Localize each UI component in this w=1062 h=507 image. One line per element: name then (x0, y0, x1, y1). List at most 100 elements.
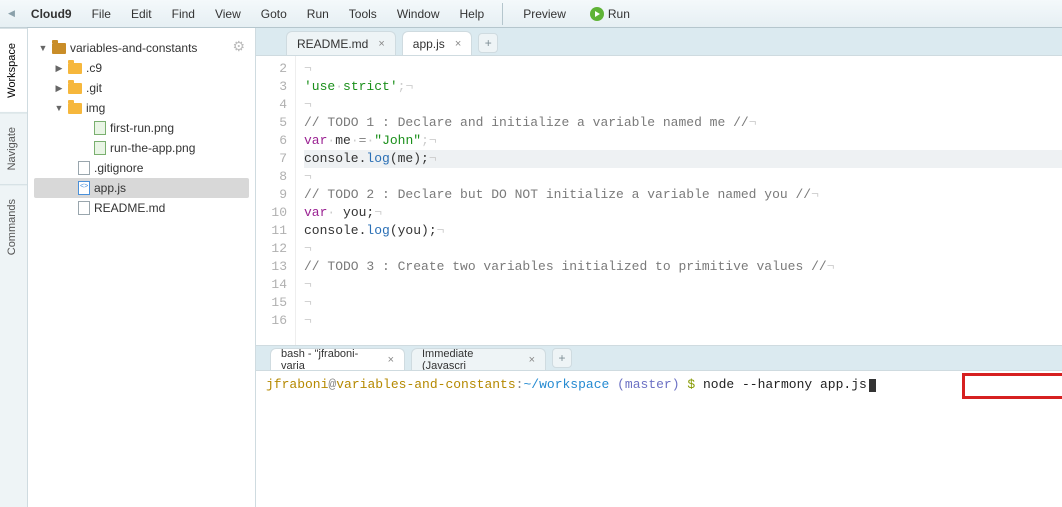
code-editor[interactable]: 2345678 910111213141516 ¬ 'use·strict';¬… (256, 56, 1062, 345)
menu-find[interactable]: Find (164, 7, 203, 21)
code-file-icon (78, 181, 90, 195)
t: // TODO 3 : Create two variables initial… (304, 259, 827, 274)
code-line: ¬ (304, 97, 312, 112)
tree-first-run[interactable]: first-run.png (34, 118, 249, 138)
tree-img[interactable]: img (34, 98, 249, 118)
terminal-tab-strip: bash - "jfraboni-varia × Immediate (Java… (256, 345, 1062, 371)
chevron-down-icon[interactable] (54, 103, 64, 113)
tree-appjs[interactable]: app.js (34, 178, 249, 198)
t: ¬ (827, 259, 835, 274)
term-dollar: $ (687, 377, 695, 392)
t: ¬ (374, 205, 382, 220)
term-paren: ( (609, 377, 625, 392)
chevron-right-icon[interactable] (54, 63, 64, 74)
tree-run-the-app[interactable]: run-the-app.png (34, 138, 249, 158)
t: ¬ (429, 151, 437, 166)
close-icon[interactable]: × (529, 354, 535, 366)
t: you; (335, 205, 374, 220)
image-file-icon (94, 121, 106, 135)
menu-window[interactable]: Window (389, 7, 448, 21)
tree-readme[interactable]: README.md (34, 198, 249, 218)
image-file-icon (94, 141, 106, 155)
t: ¬ (437, 223, 445, 238)
tab-readme[interactable]: README.md × (286, 31, 396, 55)
tab-immediate[interactable]: Immediate (Javascri × (411, 348, 546, 370)
menubar: ◀ Cloud9 File Edit Find View Goto Run To… (0, 0, 1062, 28)
menu-help[interactable]: Help (452, 7, 493, 21)
side-tab-commands[interactable]: Commands (0, 184, 27, 269)
term-paren: ) (672, 377, 688, 392)
add-tab-button[interactable]: + (478, 33, 498, 53)
tab-appjs[interactable]: app.js × (402, 31, 472, 55)
term-command: node --harmony app.js (703, 377, 867, 392)
tree-label: .c9 (86, 61, 102, 75)
t: console. (304, 223, 366, 238)
tab-label: bash - "jfraboni-varia (281, 348, 378, 370)
preview-button[interactable]: Preview (513, 7, 576, 21)
menu-file[interactable]: File (84, 7, 119, 21)
code-line: ¬ (304, 277, 312, 292)
t: var (304, 205, 327, 220)
tab-label: app.js (413, 37, 445, 51)
menu-view[interactable]: View (207, 7, 249, 21)
run-button[interactable]: Run (580, 7, 640, 21)
chevron-down-icon[interactable] (38, 43, 48, 53)
file-icon (78, 201, 90, 215)
t: strict' (343, 79, 398, 94)
close-icon[interactable]: × (378, 38, 384, 50)
workspace-tree: ⚙ variables-and-constants .c9 .git img (28, 28, 256, 507)
chevron-right-icon[interactable] (54, 83, 64, 94)
tree-label: variables-and-constants (70, 41, 197, 55)
tree-label: img (86, 101, 105, 115)
code-body[interactable]: ¬ 'use·strict';¬ ¬ // TODO 1 : Declare a… (296, 56, 1062, 345)
close-icon[interactable]: × (388, 354, 394, 366)
side-tab-strip: Workspace Navigate Commands (0, 28, 28, 507)
tree-gitignore[interactable]: .gitignore (34, 158, 249, 178)
side-tab-navigate[interactable]: Navigate (0, 112, 27, 184)
menu-goto[interactable]: Goto (253, 7, 295, 21)
term-space (695, 377, 703, 392)
folder-icon (68, 83, 82, 94)
terminal-cursor (869, 379, 876, 392)
code-line: ¬ (304, 169, 312, 184)
tree-label: .git (86, 81, 102, 95)
play-icon (590, 7, 604, 21)
brand[interactable]: Cloud9 (31, 7, 72, 21)
menu-separator (502, 3, 503, 25)
editor-tab-strip: README.md × app.js × + (256, 28, 1062, 56)
folder-icon (68, 63, 82, 74)
tree-git[interactable]: .git (34, 78, 249, 98)
tree-label: first-run.png (110, 121, 174, 135)
t: 'use (304, 79, 335, 94)
t: var (304, 133, 327, 148)
term-host: variables-and-constants (336, 377, 515, 392)
tab-label: Immediate (Javascri (422, 348, 519, 370)
t: ;¬ (398, 79, 414, 94)
tree-label: run-the-app.png (110, 141, 195, 155)
gear-icon[interactable]: ⚙ (232, 38, 245, 55)
run-label: Run (608, 7, 630, 21)
add-terminal-tab-button[interactable]: + (552, 348, 572, 368)
close-icon[interactable]: × (455, 38, 461, 50)
menu-edit[interactable]: Edit (123, 7, 160, 21)
folder-icon (52, 43, 66, 54)
tree-label: .gitignore (94, 161, 143, 175)
code-line: ¬ (304, 61, 312, 76)
t: (you); (390, 223, 437, 238)
terminal[interactable]: jfraboni@variables-and-constants:~/works… (256, 371, 1062, 507)
side-tab-workspace[interactable]: Workspace (0, 28, 27, 112)
t: log (366, 151, 389, 166)
menu-run[interactable]: Run (299, 7, 337, 21)
tree-label: README.md (94, 201, 165, 215)
tab-bash[interactable]: bash - "jfraboni-varia × (270, 348, 405, 370)
t: ¬ (811, 187, 819, 202)
tree-c9[interactable]: .c9 (34, 58, 249, 78)
terminal-line: jfraboni@variables-and-constants:~/works… (266, 377, 1052, 392)
t: // TODO 1 : Declare and initialize a var… (304, 115, 749, 130)
tree-root[interactable]: variables-and-constants (34, 38, 249, 58)
t: ;¬ (421, 133, 437, 148)
term-path: ~/workspace (523, 377, 609, 392)
tab-label: README.md (297, 37, 368, 51)
menu-tools[interactable]: Tools (341, 7, 385, 21)
menu-collapse-icon[interactable]: ◀ (8, 8, 15, 19)
